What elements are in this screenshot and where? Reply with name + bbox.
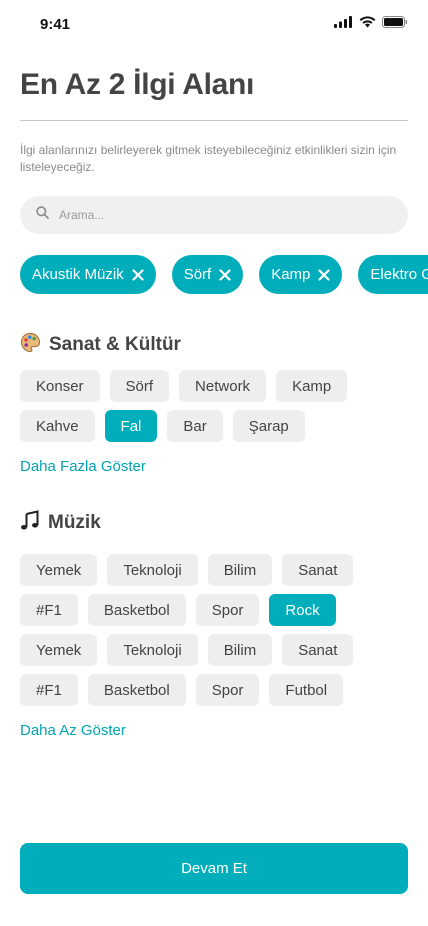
interest-tag[interactable]: Şarap <box>232 410 305 442</box>
selected-chip-label: Elektro Gitar <box>370 266 428 283</box>
interest-tag[interactable]: Spor <box>195 674 260 706</box>
status-time: 9:41 <box>40 16 71 33</box>
interest-tag[interactable]: Kamp <box>276 370 348 402</box>
close-icon[interactable] <box>318 268 330 281</box>
interest-tag[interactable]: #F1 <box>20 674 78 706</box>
interest-tag[interactable]: Basketbol <box>87 674 186 706</box>
interest-tag[interactable]: #F1 <box>20 594 78 626</box>
section-title: Sanat & Kültür <box>49 334 181 355</box>
interest-tag[interactable]: Network <box>179 370 267 402</box>
tag-list-art-culture: Konser Sörf Network Kamp Kahve Fal Bar Ş… <box>20 370 420 442</box>
selected-interests: Akustik Müzik Sörf Kamp Elektro Gitar <box>20 255 428 295</box>
selected-chip[interactable]: Kamp <box>259 255 343 294</box>
continue-button[interactable]: Devam Et <box>20 843 408 894</box>
section-header-art-culture: Sanat & Kültür <box>20 332 181 358</box>
interest-tag[interactable]: Spor <box>195 594 260 626</box>
music-note-icon <box>20 510 40 536</box>
interest-tag[interactable]: Sanat <box>282 554 354 586</box>
selected-chip[interactable]: Akustik Müzik <box>20 255 156 294</box>
wifi-icon <box>359 16 376 28</box>
close-icon[interactable] <box>132 268 144 281</box>
cellular-signal-icon <box>334 16 353 28</box>
interest-tag[interactable]: Basketbol <box>87 594 186 626</box>
page-subtitle: İlgi alanlarınızı belirleyerek gitmek is… <box>20 143 397 174</box>
section-title: Müzik <box>48 512 101 533</box>
show-less-link[interactable]: Daha Az Göster <box>20 722 126 739</box>
interest-tag[interactable]: Yemek <box>20 634 98 666</box>
show-more-link[interactable]: Daha Fazla Göster <box>20 458 146 475</box>
search-input[interactable] <box>57 207 381 223</box>
interest-tag[interactable]: Yemek <box>20 554 98 586</box>
status-bar: 9:41 <box>0 0 428 48</box>
interest-tag-selected[interactable]: Fal <box>104 410 158 442</box>
interest-tag[interactable]: Teknoloji <box>107 634 198 666</box>
interest-tag[interactable]: Teknoloji <box>107 554 198 586</box>
selected-chip-label: Sörf <box>183 266 212 283</box>
interest-tag[interactable]: Futbol <box>269 674 344 706</box>
status-icons <box>334 16 408 28</box>
interest-tag[interactable]: Bilim <box>207 634 273 666</box>
selected-chip[interactable]: Sörf <box>171 255 244 294</box>
interest-tag[interactable]: Bilim <box>207 554 273 586</box>
selected-chip-label: Akustik Müzik <box>32 266 124 283</box>
selected-chip[interactable]: Elektro Gitar <box>358 255 428 294</box>
tag-list-music: Yemek Teknoloji Bilim Sanat #F1 Basketbo… <box>20 554 420 706</box>
interest-tag-selected[interactable]: Rock <box>269 594 336 626</box>
interest-tag[interactable]: Kahve <box>20 410 95 442</box>
search-bar[interactable] <box>20 196 408 234</box>
interest-tag[interactable]: Bar <box>167 410 223 442</box>
close-icon[interactable] <box>219 268 231 281</box>
page-title: En Az 2 İlgi Alanı <box>20 68 255 101</box>
search-icon <box>36 206 49 224</box>
interest-tag[interactable]: Sörf <box>109 370 170 402</box>
section-header-music: Müzik <box>20 510 101 536</box>
divider <box>20 120 408 121</box>
palette-icon <box>20 332 41 358</box>
battery-icon <box>382 16 408 28</box>
interest-tag[interactable]: Konser <box>20 370 100 402</box>
selected-chip-label: Kamp <box>271 266 311 283</box>
interest-tag[interactable]: Sanat <box>282 634 354 666</box>
